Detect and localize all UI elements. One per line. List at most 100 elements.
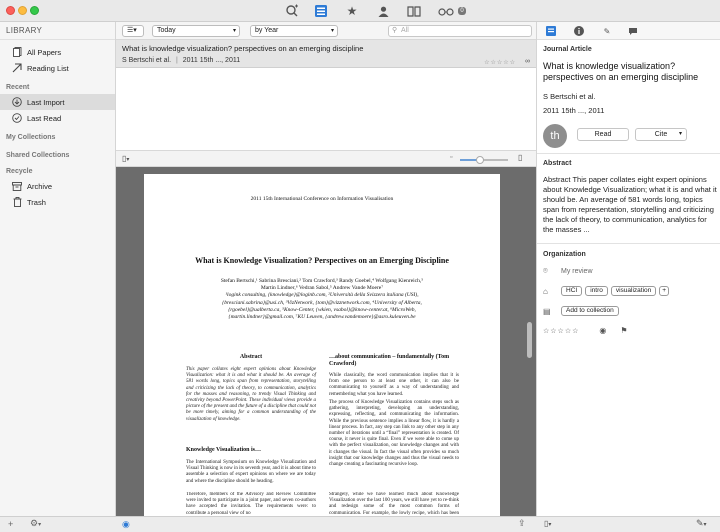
details-author[interactable]: S Bertschi et al. (543, 92, 596, 101)
pdf-author-line: {rgoebel}@ualberta.ca, ⁵Know-Center, {wk… (228, 306, 416, 313)
attachment-icon[interactable]: ✎▾ (696, 518, 707, 529)
details-date: 2011 15th ..., 2011 (543, 106, 605, 115)
share-icon[interactable]: ⇪ (518, 518, 526, 529)
window-toolbar: ★ 0 (0, 0, 720, 22)
add-collection-icon[interactable]: + (8, 519, 13, 529)
group-by-select[interactable]: by Year ▾ (250, 25, 338, 37)
pdf-abstract-heading: Abstract (239, 354, 263, 360)
item-type: Journal Article (543, 46, 592, 53)
pdf-author-line: {martin.lindner}@gmail.com, ⁷KU Leuven, … (228, 314, 416, 321)
list-options-button[interactable]: ☰▾ (122, 25, 144, 37)
sidebar-item-reading-list[interactable]: Reading List (0, 60, 115, 76)
reader-book-icon[interactable] (406, 3, 422, 19)
sidebar-section-my-collections[interactable]: My Collections (0, 126, 115, 144)
chevron-down-icon: ▾ (330, 28, 334, 34)
pdf-abstract-text: This paper collates eight expert opinion… (186, 367, 316, 422)
sidebar-item-label: Reading List (27, 63, 69, 73)
details-tab-icon[interactable] (573, 25, 585, 37)
chevron-down-icon: ▾ (678, 131, 682, 137)
divider (537, 243, 720, 244)
info-tab-icon[interactable] (545, 25, 557, 37)
comments-tab-icon[interactable] (627, 25, 639, 37)
add-tag-button[interactable]: + (659, 286, 670, 296)
sidebar-item-archive[interactable]: Archive (0, 178, 115, 194)
divider (537, 153, 720, 154)
zoom-window-button[interactable] (30, 6, 39, 15)
notification-badge: 0 (458, 7, 466, 15)
pdf-author-line: ¹logink consulting, {knowledge}@loginb.c… (225, 292, 419, 299)
paper-list-pane: ☰▾ Today ▾ by Year ▾ ⚲ All What is knowl… (116, 22, 536, 516)
notes-tab-icon[interactable]: ✎ (601, 25, 613, 37)
sidebar-footer: + ⚙▾ (0, 516, 116, 532)
search-icon: ⚲ (392, 27, 398, 34)
pdf-right-heading: …about communication – fundamentally (To… (329, 354, 450, 367)
avatar: th (543, 124, 567, 148)
pdf-author-line: Stefan Bertschi,¹ Sabrina Bresciani,² To… (220, 278, 424, 284)
date-filter-value: Today (157, 27, 176, 34)
zoom-slider[interactable] (460, 156, 508, 164)
tag-icon: ⌂ (543, 286, 548, 296)
settings-gear-icon[interactable]: ⚙▾ (30, 518, 41, 529)
sidebar-section-shared-collections[interactable]: Shared Collections (0, 144, 115, 162)
paper-rating[interactable]: ☆☆☆☆☆ (484, 59, 516, 66)
chevron-down-icon: ▾ (232, 28, 236, 34)
archive-icon (12, 181, 22, 191)
papers-icon (12, 47, 22, 57)
pdf-viewer[interactable]: 2011 15th International Conference on In… (116, 167, 536, 516)
sidebar-item-last-read[interactable]: Last Read (0, 110, 115, 126)
pdf-right-paragraph-1: While classically, the word communicatio… (329, 373, 459, 397)
tag-chip[interactable]: visualization (610, 286, 657, 296)
user-icon[interactable] (375, 3, 391, 19)
minimize-window-button[interactable] (18, 6, 27, 15)
paper-list-row[interactable]: What is knowledge visualization? perspec… (116, 40, 536, 68)
read-button[interactable]: Read (577, 128, 629, 141)
sidebar-section-recent: Recent (6, 84, 30, 91)
pdf-section-text-continued: Therefore, members of the Advisory and R… (186, 492, 316, 516)
link-icon[interactable]: ∞ (525, 58, 530, 65)
collection-row: ▤ Add to collection (543, 306, 622, 316)
page-view-icon[interactable]: ▯ (518, 153, 522, 162)
zoom-slider-knob[interactable] (476, 156, 484, 164)
tag-chip[interactable]: intro (585, 286, 608, 296)
pdf-right-paragraph-2: The process of Knowledge Visualization c… (329, 400, 459, 468)
glasses-icon[interactable]: 0 (438, 3, 466, 19)
details-footer: ▯▾ ✎▾ (536, 516, 720, 532)
date-filter-select[interactable]: Today ▾ (152, 25, 240, 37)
tag-chip[interactable]: HCI (561, 286, 583, 296)
sidebar-item-all-papers[interactable]: All Papers (0, 44, 115, 60)
close-window-button[interactable] (6, 6, 15, 15)
sidebar-item-label: Last Read (27, 113, 62, 123)
review-input[interactable]: My review (561, 268, 593, 275)
pdf-conference-header: 2011 15th International Conference on In… (250, 196, 394, 202)
document-icon[interactable]: ▯▾ (122, 154, 129, 163)
document-icon[interactable]: ▯▾ (544, 519, 551, 528)
cite-button[interactable]: Cite ▾ (635, 128, 687, 141)
abstract-text: Abstract This paper collates eight exper… (543, 175, 717, 234)
add-icon[interactable] (284, 3, 300, 19)
review-row[interactable]: ⌾ My review (543, 266, 593, 276)
favorites-star-icon[interactable]: ★ (344, 3, 360, 19)
pdf-page: 2011 15th International Conference on In… (144, 174, 500, 516)
sidebar-item-label: Archive (27, 181, 53, 191)
details-title[interactable]: What is knowledge visualization? perspec… (543, 61, 715, 83)
sidebar-item-trash[interactable]: Trash (0, 194, 115, 210)
sidebar-item-label: Trash (27, 197, 46, 207)
pdf-scrollbar[interactable] (527, 322, 532, 358)
details-pane: ✎ Journal Article What is knowledge visu… (536, 22, 720, 516)
cite-button-label: Cite (654, 131, 668, 138)
rating-stars[interactable]: ☆☆☆☆☆ (543, 327, 579, 335)
add-to-collection-button[interactable]: Add to collection (561, 306, 619, 316)
flag-icon[interactable]: ⚑ (620, 326, 627, 335)
zoom-out-icon[interactable]: ▫ (450, 154, 452, 161)
unread-dot-icon[interactable]: ◉ (599, 326, 606, 335)
pdf-authors: Stefan Bertschi,¹ Sabrina Bresciani,² To… (164, 278, 480, 321)
pdf-section-text: The International Symposium on Knowledge… (186, 460, 316, 484)
eye-icon[interactable]: ◉ (122, 519, 130, 530)
tags-row: ⌂ HCI intro visualization + (543, 286, 672, 296)
sidebar-item-last-import[interactable]: Last Import (0, 94, 115, 110)
search-input[interactable]: ⚲ All (388, 25, 532, 37)
collection-icon: ▤ (543, 306, 551, 316)
paper-title: What is knowledge visualization? perspec… (122, 44, 364, 53)
library-view-icon[interactable] (313, 3, 329, 19)
sidebar-item-label: All Papers (27, 47, 62, 57)
